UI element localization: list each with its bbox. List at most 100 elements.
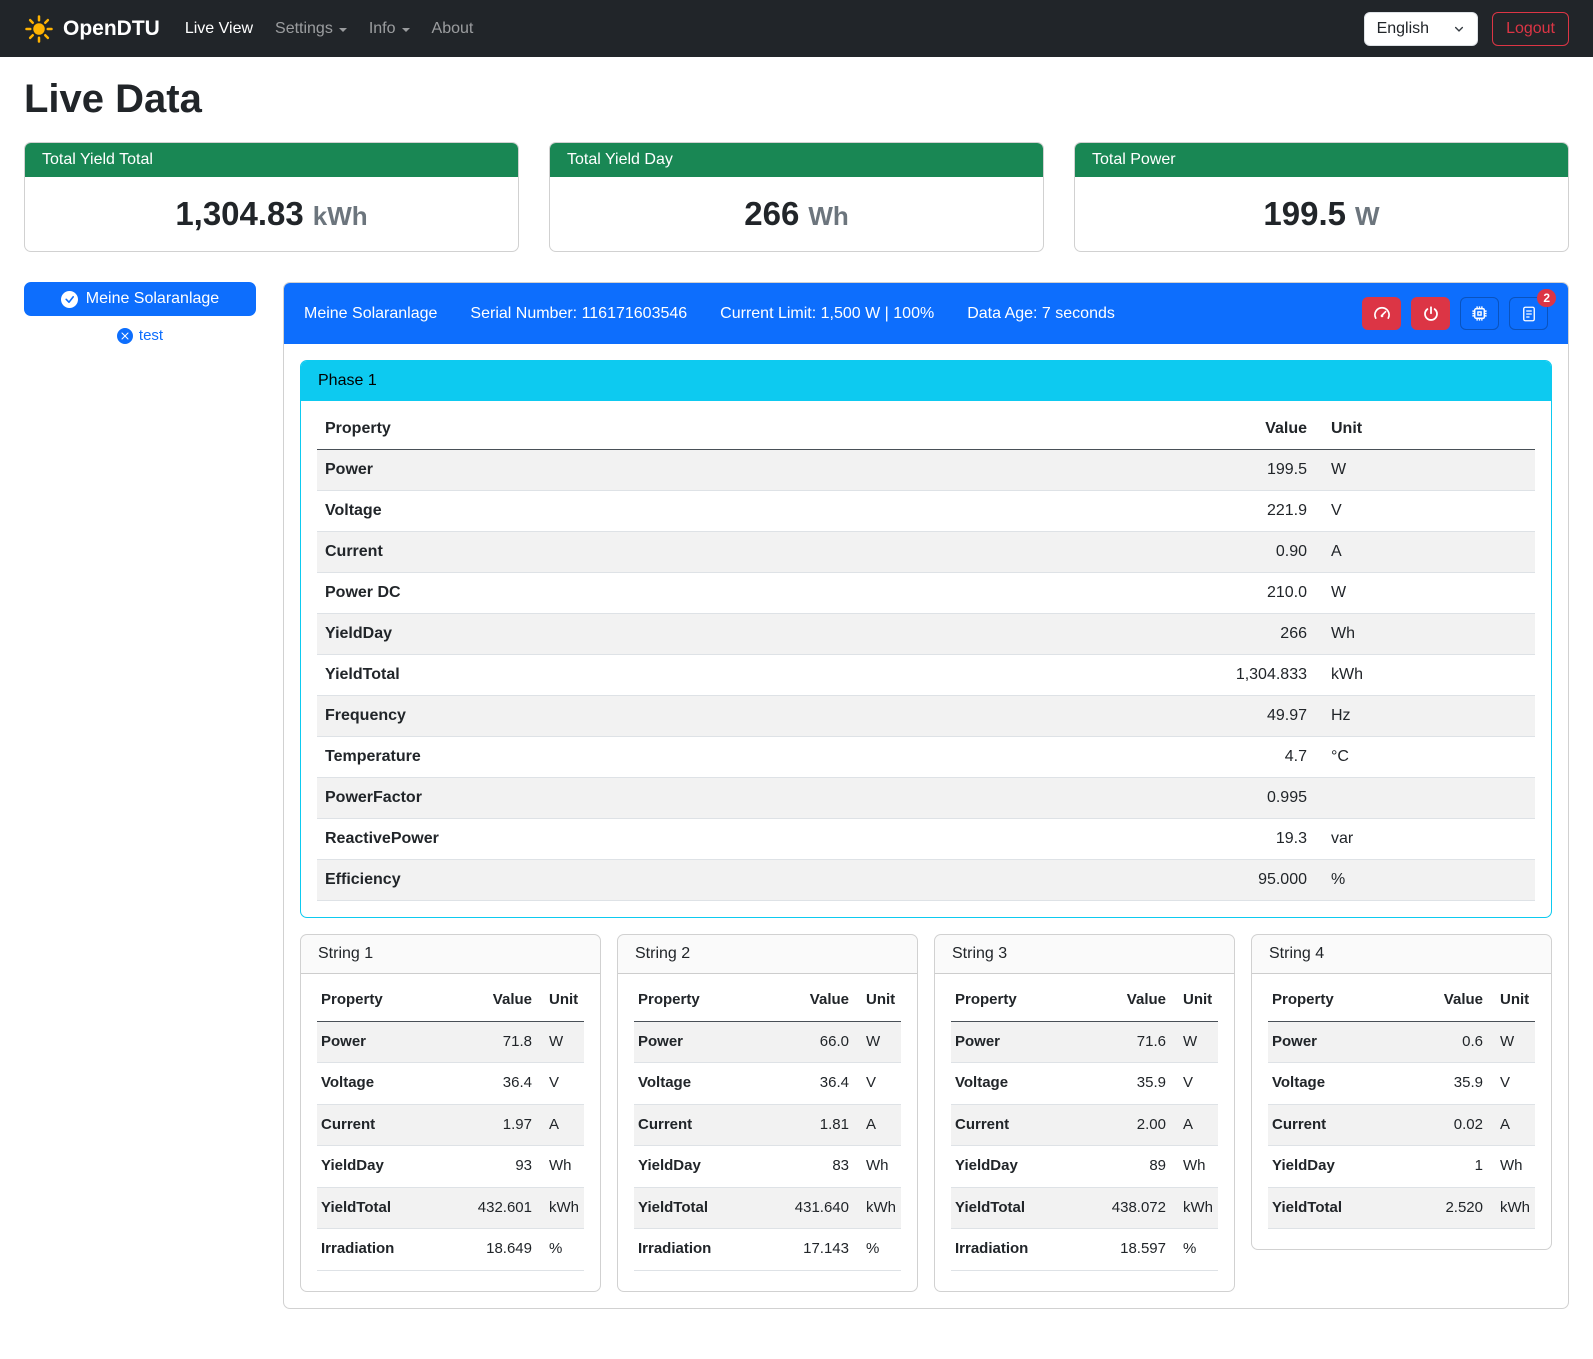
summary-card-body: 199.5W — [1075, 177, 1568, 251]
table-row: Temperature 4.7 °C — [317, 737, 1535, 778]
phase-table: Property Value Unit Power 199.5 W — [317, 409, 1535, 901]
column-header-property: Property — [317, 409, 1165, 450]
string-card-title: String 3 — [935, 935, 1234, 974]
power-toggle-button[interactable] — [1411, 297, 1450, 330]
table-row: Frequency 49.97 Hz — [317, 696, 1535, 737]
table-row: YieldTotal 1,304.833 kWh — [317, 655, 1535, 696]
property-cell: Current — [634, 1104, 758, 1146]
brand[interactable]: OpenDTU — [24, 14, 160, 44]
language-value: English — [1377, 20, 1429, 38]
value-cell: 83 — [758, 1146, 853, 1188]
table-header-row: Property Value Unit — [951, 980, 1218, 1021]
property-cell: YieldTotal — [634, 1187, 758, 1229]
unit-cell: W — [853, 1021, 901, 1063]
value-cell: 49.97 — [1165, 696, 1315, 737]
unit-cell: var — [1315, 819, 1535, 860]
event-log-button[interactable]: 2 — [1509, 297, 1548, 330]
column-header-property: Property — [634, 980, 758, 1021]
power-icon — [1422, 305, 1440, 323]
table-row: Voltage 35.9 V — [1268, 1063, 1535, 1105]
device-info-button[interactable] — [1460, 297, 1499, 330]
sidebar-item-inverter-selected[interactable]: Meine Solaranlage — [24, 282, 256, 316]
string-table-body: Power 71.8 W Voltage 36.4 V Current — [317, 1021, 584, 1270]
unit-cell: W — [1315, 573, 1535, 614]
table-header-row: Property Value Unit — [317, 980, 584, 1021]
value-cell: 89 — [1075, 1146, 1170, 1188]
property-cell: YieldDay — [317, 614, 1165, 655]
nav-item-info[interactable]: Info — [358, 12, 421, 46]
chevron-down-icon — [1453, 23, 1465, 35]
string-table-body: Power 0.6 W Voltage 35.9 V Current — [1268, 1021, 1535, 1229]
value-cell: 0.02 — [1404, 1104, 1487, 1146]
unit-cell: V — [1170, 1063, 1218, 1105]
table-row: Irradiation 17.143 % — [634, 1229, 901, 1271]
value-cell: 210.0 — [1165, 573, 1315, 614]
column-header-value: Value — [1404, 980, 1487, 1021]
nav-item-settings-label: Settings — [275, 20, 333, 38]
property-cell: Power DC — [317, 573, 1165, 614]
property-cell: Irradiation — [951, 1229, 1075, 1271]
summary-card-title: Total Yield Total — [25, 143, 518, 177]
property-cell: PowerFactor — [317, 778, 1165, 819]
value-cell: 36.4 — [441, 1063, 536, 1105]
unit-cell: A — [1487, 1104, 1535, 1146]
string-table: Property Value Unit Power 66.0 W — [634, 980, 901, 1271]
unit-cell: kWh — [1170, 1187, 1218, 1229]
property-cell: YieldTotal — [951, 1187, 1075, 1229]
value-cell: 35.9 — [1075, 1063, 1170, 1105]
unit-cell: V — [536, 1063, 584, 1105]
column-header-unit: Unit — [1315, 409, 1535, 450]
sidebar-item-inverter-test[interactable]: test — [24, 327, 256, 344]
value-cell: 0.90 — [1165, 532, 1315, 573]
unit-cell: Hz — [1315, 696, 1535, 737]
nav-item-settings[interactable]: Settings — [264, 12, 358, 46]
property-cell: YieldTotal — [1268, 1187, 1404, 1229]
value-cell: 36.4 — [758, 1063, 853, 1105]
unit-cell: % — [1315, 860, 1535, 901]
nav-item-live-view[interactable]: Live View — [174, 12, 264, 46]
phase-card: Phase 1 Property Value Unit — [300, 360, 1552, 918]
limit-settings-button[interactable] — [1362, 297, 1401, 330]
table-row: YieldDay 83 Wh — [634, 1146, 901, 1188]
event-count-badge: 2 — [1537, 289, 1556, 307]
unit-cell: V — [1487, 1063, 1535, 1105]
value-cell: 0.6 — [1404, 1021, 1487, 1063]
table-row: YieldTotal 2.520 kWh — [1268, 1187, 1535, 1229]
main-row: Meine Solaranlage test Meine Solaranlage… — [24, 282, 1569, 1309]
inverter-sidebar: Meine Solaranlage test — [24, 282, 256, 344]
strings-row: String 1 Property Value Unit — [300, 934, 1552, 1292]
string-card-title: String 1 — [301, 935, 600, 974]
property-cell: YieldDay — [634, 1146, 758, 1188]
property-cell: ReactivePower — [317, 819, 1165, 860]
property-cell: Current — [951, 1104, 1075, 1146]
unit-cell: kWh — [853, 1187, 901, 1229]
nav-item-about[interactable]: About — [421, 12, 485, 46]
inverter-panel: Meine Solaranlage Serial Number: 1161716… — [283, 282, 1569, 1309]
logout-button[interactable]: Logout — [1492, 12, 1569, 46]
language-select[interactable]: English — [1364, 12, 1478, 46]
sidebar-item-label: Meine Solaranlage — [86, 290, 219, 308]
table-row: Irradiation 18.649 % — [317, 1229, 584, 1271]
table-row: ReactivePower 19.3 var — [317, 819, 1535, 860]
column-header-unit: Unit — [853, 980, 901, 1021]
property-cell: Irradiation — [317, 1229, 441, 1271]
navbar: OpenDTU Live View Settings Info About En… — [0, 0, 1593, 57]
property-cell: YieldTotal — [317, 1187, 441, 1229]
property-cell: YieldTotal — [317, 655, 1165, 696]
string-card-title: String 2 — [618, 935, 917, 974]
string-table-body: Power 71.6 W Voltage 35.9 V Current — [951, 1021, 1218, 1270]
value-cell: 221.9 — [1165, 491, 1315, 532]
value-cell: 2.520 — [1404, 1187, 1487, 1229]
table-row: YieldDay 1 Wh — [1268, 1146, 1535, 1188]
table-row: Power DC 210.0 W — [317, 573, 1535, 614]
string-table: Property Value Unit Power 71.8 W — [317, 980, 584, 1271]
table-row: Power 199.5 W — [317, 450, 1535, 491]
value-cell: 95.000 — [1165, 860, 1315, 901]
column-header-unit: Unit — [536, 980, 584, 1021]
sun-icon — [24, 14, 54, 44]
current-limit: Current Limit: 1,500 W | 100% — [720, 305, 934, 323]
table-row: Voltage 221.9 V — [317, 491, 1535, 532]
unit-cell: % — [853, 1229, 901, 1271]
summary-card: Total Yield Total 1,304.83kWh — [24, 142, 519, 252]
inverter-panel-header: Meine Solaranlage Serial Number: 1161716… — [284, 283, 1568, 344]
